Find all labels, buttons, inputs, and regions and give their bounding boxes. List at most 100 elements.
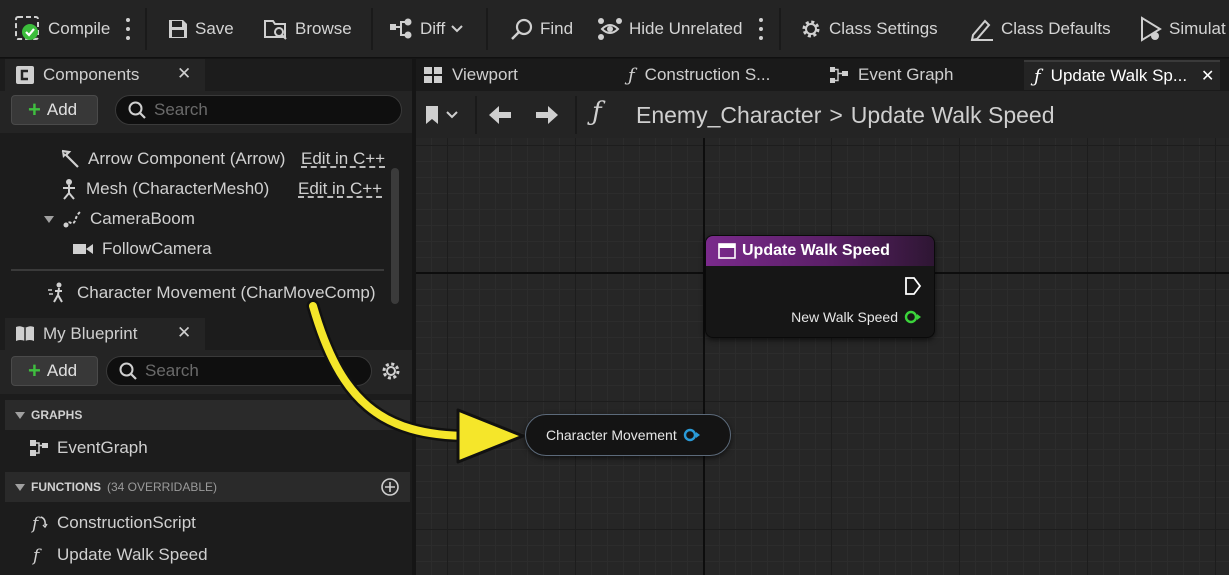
collapse-arrow-icon: [15, 411, 25, 419]
plus-icon: +: [28, 358, 41, 383]
main-toolbar: Compile Save Browse Diff Find Hide Unrel…: [0, 0, 1229, 58]
chevron-down-icon: [451, 25, 463, 33]
class-settings-button[interactable]: Class Settings: [799, 14, 938, 44]
breadcrumb-separator: >: [829, 101, 843, 128]
function-entry-node[interactable]: Update Walk Speed New Walk Speed: [705, 235, 935, 338]
component-label: Character Movement (CharMoveComp): [77, 283, 376, 302]
breadcrumb-divider: [475, 96, 477, 134]
tab-label: Event Graph: [858, 65, 954, 84]
save-label: Save: [195, 19, 234, 38]
svg-text:f: f: [31, 546, 42, 565]
graph-origin-axis-vertical: [703, 138, 705, 575]
save-button[interactable]: Save: [167, 14, 234, 44]
edit-in-cpp-link[interactable]: Edit in C++: [298, 179, 382, 199]
browse-button[interactable]: Browse: [263, 14, 352, 44]
breadcrumb-class[interactable]: Enemy_Character: [636, 102, 821, 129]
new-walk-speed-pin[interactable]: New Walk Speed: [791, 309, 922, 325]
breadcrumb: Enemy_Character > Update Walk Speed: [636, 100, 1055, 130]
component-item-followcamera[interactable]: FollowCamera: [72, 236, 212, 262]
my-blueprint-title: My Blueprint: [43, 324, 138, 343]
functions-category[interactable]: FUNCTIONS (34 OVERRIDABLE): [5, 472, 410, 502]
find-icon: [511, 18, 533, 40]
class-defaults-icon: [970, 19, 993, 41]
compile-icon: [15, 16, 39, 40]
diff-button[interactable]: Diff: [388, 14, 463, 44]
class-settings-label: Class Settings: [829, 19, 938, 38]
compile-button[interactable]: Compile: [14, 14, 110, 44]
components-tab[interactable]: Components: [5, 59, 205, 91]
components-search-input[interactable]: Search: [115, 95, 402, 125]
component-label: FollowCamera: [102, 239, 212, 258]
function-icon: ƒ: [1034, 65, 1041, 87]
hide-unrelated-button[interactable]: Hide Unrelated: [597, 14, 742, 44]
my-blueprint-search-input[interactable]: Search: [106, 356, 372, 386]
add-component-button[interactable]: + Add: [11, 95, 98, 125]
tab-construction-script[interactable]: ƒ Construction S...: [618, 60, 814, 90]
class-defaults-label: Class Defaults: [1001, 19, 1111, 38]
function-node-header[interactable]: Update Walk Speed: [706, 236, 934, 266]
functions-overridable-count: (34 OVERRIDABLE): [107, 480, 218, 494]
expand-arrow-icon[interactable]: [44, 215, 54, 223]
my-blueprint-tab[interactable]: My Blueprint: [5, 318, 205, 350]
diff-label: Diff: [420, 19, 446, 38]
function-entry-icon: [718, 243, 736, 259]
spring-arm-icon: [63, 211, 81, 228]
hide-unrelated-options-icon[interactable]: [759, 18, 763, 40]
tab-event-graph[interactable]: Event Graph: [820, 60, 1016, 90]
function-label: Update Walk Speed: [57, 545, 208, 564]
collapse-arrow-icon: [15, 483, 25, 491]
component-item-arrow[interactable]: Arrow Component (Arrow): [60, 146, 285, 172]
tab-update-walk-speed[interactable]: ƒ Update Walk Sp... ✕: [1024, 60, 1220, 90]
toolbar-divider: [486, 8, 488, 50]
component-item-mesh[interactable]: Mesh (CharacterMesh0): [60, 176, 269, 202]
add-member-button[interactable]: + Add: [11, 356, 98, 386]
functions-header: FUNCTIONS: [31, 480, 101, 494]
gear-icon[interactable]: [380, 360, 402, 382]
graph-item-eventgraph[interactable]: EventGraph: [29, 435, 148, 461]
component-label: Mesh (CharacterMesh0): [86, 179, 270, 198]
class-defaults-button[interactable]: Class Defaults: [969, 14, 1111, 44]
component-label: Arrow Component (Arrow): [88, 149, 286, 168]
graphs-category[interactable]: GRAPHS: [5, 400, 410, 430]
function-icon: ƒ: [592, 97, 602, 127]
find-label: Find: [540, 19, 574, 38]
breadcrumb-divider: [575, 96, 577, 134]
components-scrollbar[interactable]: [391, 168, 399, 304]
search-placeholder: Search: [154, 100, 208, 119]
component-label: CameraBoom: [90, 209, 195, 228]
diff-icon: [390, 18, 412, 39]
add-function-icon[interactable]: [380, 477, 400, 497]
simulate-button[interactable]: Simulat: [1139, 14, 1226, 44]
variable-node-label: Character Movement: [546, 427, 677, 443]
compile-options-icon[interactable]: [126, 18, 130, 40]
component-item-character-movement[interactable]: Character Movement (CharMoveComp): [47, 280, 376, 306]
component-item-cameraboom[interactable]: CameraBoom: [44, 206, 195, 232]
function-item-constructionscript[interactable]: f ConstructionScript: [29, 510, 196, 536]
object-pin-icon[interactable]: [683, 428, 701, 442]
find-button[interactable]: Find: [510, 14, 573, 44]
exec-pin-icon[interactable]: [904, 276, 922, 296]
tab-viewport[interactable]: Viewport: [414, 60, 610, 90]
simulate-icon: [1141, 16, 1162, 42]
browse-label: Browse: [295, 19, 352, 38]
search-placeholder: Search: [145, 361, 199, 380]
skeletal-mesh-icon: [63, 179, 75, 200]
close-icon[interactable]: ✕: [1201, 66, 1214, 86]
add-label: Add: [46, 361, 78, 380]
toolbar-divider: [145, 8, 147, 50]
character-movement-variable-node[interactable]: Character Movement: [525, 414, 731, 456]
function-item-update-walk-speed[interactable]: f Update Walk Speed: [29, 542, 208, 568]
graph-canvas[interactable]: [416, 138, 1229, 575]
compile-label: Compile: [48, 19, 111, 38]
forward-arrow-icon[interactable]: [534, 104, 560, 126]
bookmark-dropdown[interactable]: [424, 101, 468, 129]
bookmark-icon: [426, 106, 438, 124]
search-icon: [128, 101, 146, 119]
event-graph-icon: [30, 440, 48, 456]
close-icon[interactable]: ✕: [177, 323, 191, 343]
back-arrow-icon[interactable]: [487, 104, 513, 126]
edit-in-cpp-link[interactable]: Edit in C++: [301, 149, 385, 169]
function-label: ConstructionScript: [57, 513, 196, 532]
graph-label: EventGraph: [57, 438, 148, 457]
close-icon[interactable]: ✕: [177, 64, 191, 84]
